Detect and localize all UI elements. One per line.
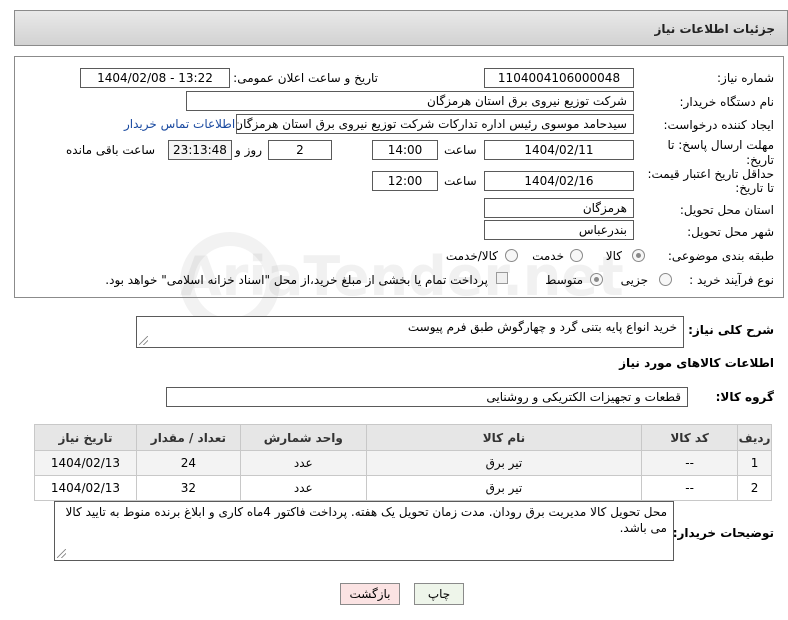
validity-date-field: 1404/02/16: [484, 171, 634, 191]
col-unit-header: واحد شمارش: [239, 424, 367, 451]
table-row: 1 -- تیر برق عدد 24 1404/02/13: [34, 450, 772, 476]
col-code-header: کد کالا: [641, 424, 739, 451]
need-number-label: شماره نیاز:: [717, 71, 774, 85]
creator-label: ایجاد کننده درخواست:: [663, 118, 774, 132]
category-service-label: خدمت: [532, 249, 564, 263]
item-name: تیر برق: [365, 475, 643, 501]
summary-label: شرح کلی نیاز:: [688, 323, 774, 337]
deadline-time-label: ساعت: [444, 143, 477, 157]
announce-label: تاریخ و ساعت اعلان عمومی:: [233, 71, 378, 85]
category-both-radio[interactable]: [505, 249, 518, 262]
creator-field: سیدحامد موسوی رئیس اداره تدارکات شرکت تو…: [236, 114, 634, 134]
process-minor-label: جزیی: [620, 273, 648, 287]
treasury-payment-note: پرداخت تمام یا بخشی از مبلغ خرید،از محل …: [105, 273, 488, 287]
process-medium-radio[interactable]: [590, 273, 603, 286]
item-code: --: [641, 450, 739, 476]
goods-group-label: گروه کالا:: [715, 390, 774, 404]
process-medium-label: متوسط: [545, 273, 583, 287]
category-goods-radio[interactable]: [632, 249, 645, 262]
row-number: 1: [737, 450, 772, 476]
item-quantity: 24: [135, 450, 241, 476]
print-button[interactable]: چاپ: [414, 583, 464, 605]
item-date: 1404/02/13: [34, 450, 137, 476]
need-details-page: AriaTender.net جزئیات اطلاعات نیاز شماره…: [0, 0, 788, 620]
resize-grip-icon[interactable]: [139, 336, 148, 345]
remaining-label: ساعت باقی مانده: [66, 143, 156, 157]
col-name-header: نام کالا: [365, 424, 643, 451]
buyer-org-field: شرکت توزیع نیروی برق استان هرمزگان: [186, 91, 634, 111]
category-both-label: کالا/خدمت: [445, 249, 498, 263]
goods-group-field: قطعات و تجهیزات الکتریکی و روشنایی: [166, 387, 688, 407]
treasury-payment-checkbox[interactable]: [496, 272, 508, 284]
summary-text: خرید انواع پایه بتنی گرد و چهارگوش طبق ف…: [407, 320, 677, 334]
remaining-time-field: 23:13:48: [168, 140, 232, 160]
item-unit: عدد: [239, 450, 367, 476]
city-field: بندرعباس: [484, 220, 634, 240]
province-label: استان محل تحویل:: [679, 203, 774, 217]
goods-table: ردیف کد کالا نام کالا واحد شمارش تعداد /…: [34, 424, 772, 501]
summary-textarea[interactable]: خرید انواع پایه بتنی گرد و چهارگوش طبق ف…: [136, 316, 684, 348]
buyer-notes-text: محل تحویل کالا مدیریت برق رودان. مدت زما…: [65, 505, 667, 535]
goods-table-header: ردیف کد کالا نام کالا واحد شمارش تعداد /…: [34, 424, 772, 451]
deadline-label: مهلت ارسال پاسخ: تا تاریخ:: [667, 138, 774, 167]
category-label: طبقه بندی موضوعی:: [667, 249, 774, 263]
deadline-date-field: 1404/02/11: [484, 140, 634, 160]
item-name: تیر برق: [365, 450, 643, 476]
header-panel: جزئیات اطلاعات نیاز: [14, 10, 788, 46]
item-code: --: [641, 475, 739, 501]
buyer-notes-textarea[interactable]: محل تحویل کالا مدیریت برق رودان. مدت زما…: [54, 501, 674, 561]
page-title: جزئیات اطلاعات نیاز: [654, 22, 775, 36]
validity-time-label: ساعت: [444, 174, 477, 188]
buyer-contact-link[interactable]: اطلاعات تماس خریدار: [124, 117, 235, 131]
item-quantity: 32: [135, 475, 241, 501]
col-date-header: تاریخ نیاز: [34, 424, 137, 451]
row-number: 2: [737, 475, 772, 501]
validity-time-field: 12:00: [372, 171, 438, 191]
buyer-org-label: نام دستگاه خریدار:: [679, 95, 775, 109]
process-label: نوع فرآیند خرید :: [689, 273, 774, 287]
back-button[interactable]: بازگشت: [340, 583, 400, 605]
goods-section-title: اطلاعات کالاهای مورد نیاز: [619, 356, 774, 370]
days-label: روز و: [235, 143, 262, 157]
item-date: 1404/02/13: [34, 475, 137, 501]
resize-grip-icon[interactable]: [57, 549, 66, 558]
deadline-time-field: 14:00: [372, 140, 438, 160]
col-row-header: ردیف: [737, 424, 772, 451]
category-goods-label: کالا: [605, 249, 622, 263]
announce-field: 1404/02/08 - 13:22: [80, 68, 230, 88]
validity-label: حداقل تاریخ اعتبار قیمت: تا تاریخ:: [647, 167, 774, 195]
buyer-notes-label: توضیحات خریدار:: [672, 526, 774, 540]
process-minor-radio[interactable]: [659, 273, 672, 286]
need-number-field: 1104004106000048: [484, 68, 634, 88]
days-field: 2: [268, 140, 332, 160]
city-label: شهر محل تحویل:: [687, 225, 774, 239]
col-qty-header: تعداد / مقدار: [135, 424, 241, 451]
province-field: هرمزگان: [484, 198, 634, 218]
item-unit: عدد: [239, 475, 367, 501]
table-row: 2 -- تیر برق عدد 32 1404/02/13: [34, 475, 772, 501]
category-service-radio[interactable]: [570, 249, 583, 262]
